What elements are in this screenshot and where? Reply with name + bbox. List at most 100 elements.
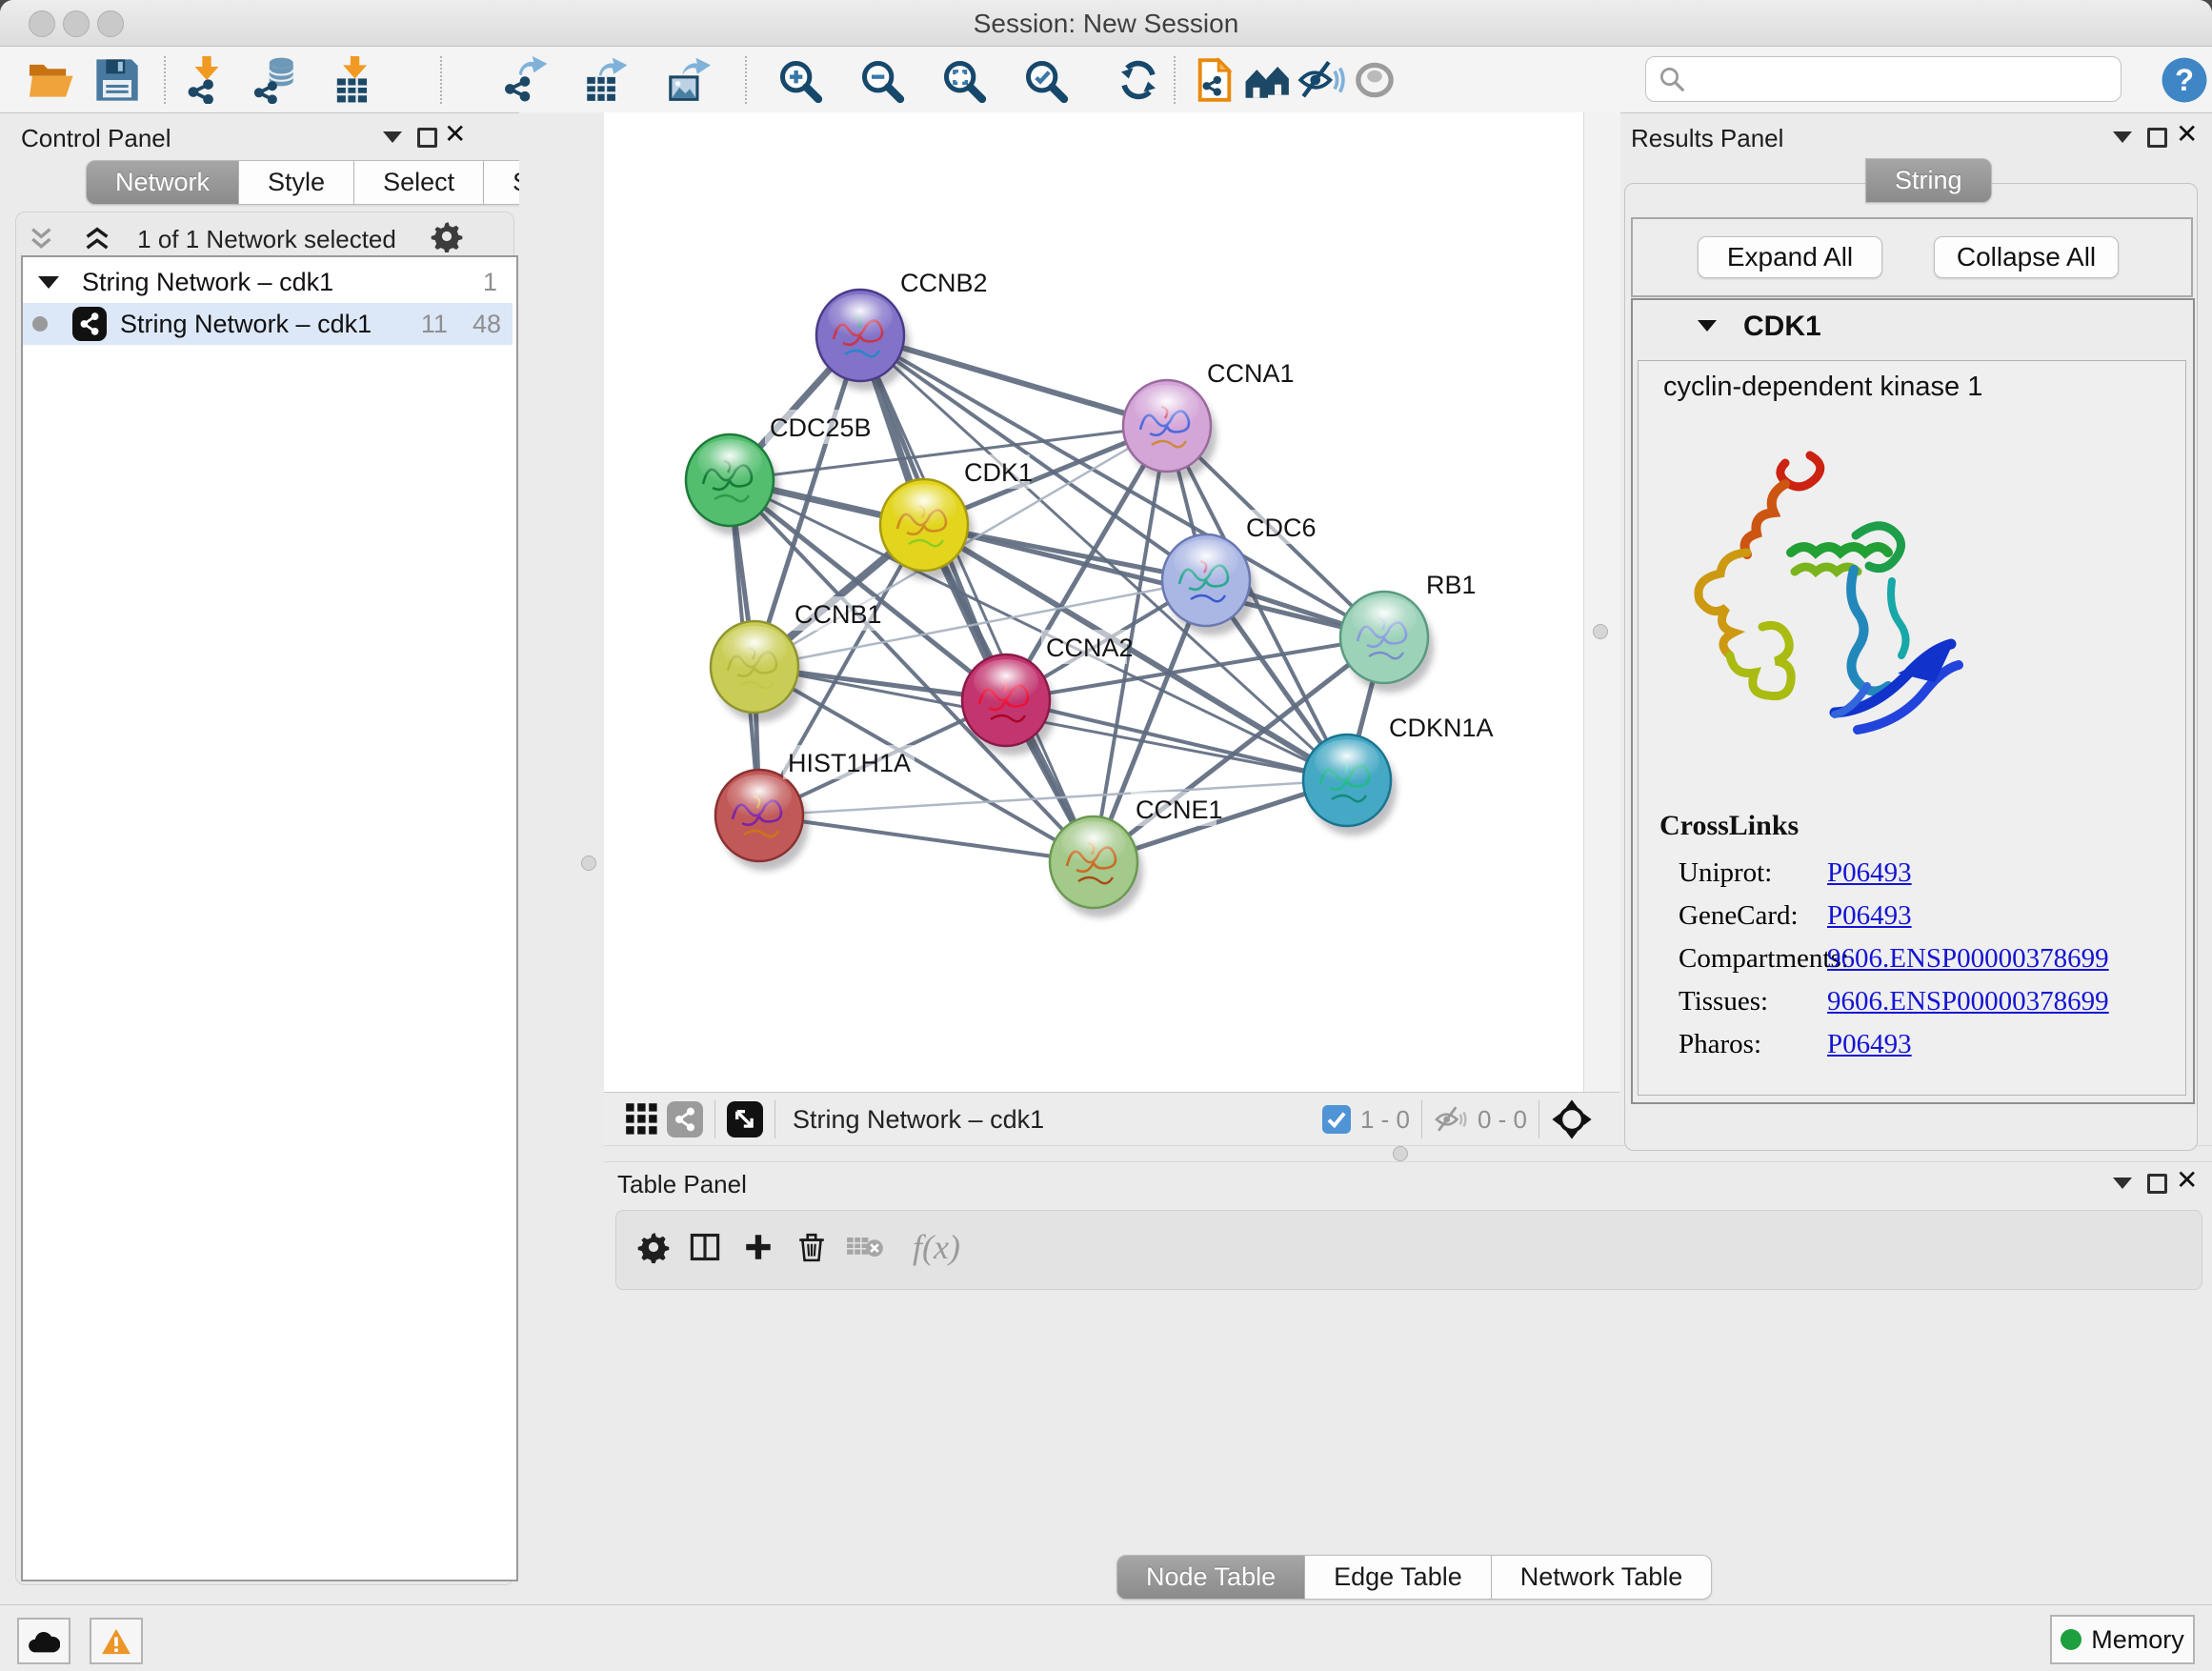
control-panel-float-button[interactable]: [417, 128, 437, 148]
import-network-icon: [183, 56, 231, 104]
zoom-fit-button[interactable]: [937, 54, 989, 106]
toolbar-separator: [440, 56, 442, 104]
help-button[interactable]: ?: [2159, 54, 2210, 106]
network-node-ccnb2[interactable]: [816, 290, 910, 391]
results-panel-float-button[interactable]: [2147, 128, 2167, 148]
expand-all-networks-icon[interactable]: [78, 227, 116, 252]
collapse-all-button[interactable]: Collapse All: [1934, 236, 2119, 278]
search-input[interactable]: [1694, 64, 2107, 95]
grid-view-icon[interactable]: [625, 1102, 659, 1137]
collapse-all-networks-icon[interactable]: [29, 227, 76, 252]
network-node-cdc25b[interactable]: [686, 434, 779, 535]
zoom-selected-button[interactable]: [1019, 54, 1071, 106]
tab-style[interactable]: Style: [239, 160, 354, 205]
save-floppy-icon: [93, 56, 141, 104]
crosslink-value-link[interactable]: P06493: [1827, 1029, 1912, 1059]
crosslink-value-link[interactable]: P06493: [1827, 857, 1912, 888]
network-node-cdkn1a[interactable]: [1303, 735, 1397, 836]
delete-table-icon: [846, 1233, 884, 1261]
network-node-cdk1[interactable]: [880, 479, 974, 580]
export-table-button[interactable]: [579, 54, 631, 106]
control-panel-close-button[interactable]: ✕: [444, 124, 466, 145]
protein-section-expander-icon[interactable]: [1698, 320, 1717, 332]
search-box[interactable]: [1645, 56, 2122, 102]
control-panel: Control Panel ✕ NetworkStyleSelectSets 1…: [0, 112, 519, 1604]
warnings-button[interactable]: [90, 1618, 143, 1664]
results-panel-close-button[interactable]: ✕: [2176, 124, 2198, 145]
crosslink-label: Compartments:: [1679, 943, 1827, 975]
crosslink-value-link[interactable]: P06493: [1827, 900, 1912, 931]
table-panel-close-button[interactable]: ✕: [2176, 1170, 2198, 1191]
control-panel-menu-button[interactable]: [383, 131, 402, 143]
create-column-button[interactable]: [736, 1218, 780, 1276]
network-node-hist1h1a[interactable]: [715, 770, 809, 871]
table-options-button[interactable]: [632, 1218, 675, 1276]
network-options-gear-icon[interactable]: [431, 220, 463, 252]
show-columns-button[interactable]: [683, 1218, 727, 1276]
network-row-selected[interactable]: String Network – cdk1 11 48: [23, 303, 513, 345]
toolbar-separator: [1174, 56, 1176, 104]
export-image-button[interactable]: [661, 54, 713, 106]
right-splitter-grip[interactable]: [1593, 624, 1608, 639]
graphics-details-icon[interactable]: [727, 1101, 763, 1137]
tab-network[interactable]: Network: [86, 160, 239, 205]
export-table-icon: [581, 56, 629, 104]
crosslink-label: Pharos:: [1679, 1029, 1827, 1060]
share-document-icon: [1191, 56, 1238, 104]
tab-network-table[interactable]: Network Table: [1492, 1555, 1713, 1600]
tab-select[interactable]: Select: [354, 160, 484, 205]
horizontal-splitter-grip[interactable]: [1393, 1146, 1408, 1161]
delete-table-button[interactable]: [843, 1218, 887, 1276]
network-collection-row[interactable]: String Network – cdk1 1: [23, 261, 513, 303]
crosslink-row: Pharos:P06493: [1679, 1029, 2212, 1072]
collection-expander-icon[interactable]: [38, 276, 59, 289]
tab-edge-table[interactable]: Edge Table: [1305, 1555, 1492, 1600]
crosslink-value-link[interactable]: 9606.ENSP00000378699: [1827, 943, 2109, 974]
memory-button[interactable]: Memory: [2050, 1615, 2195, 1664]
export-network-button[interactable]: [499, 54, 551, 106]
tab-node-table[interactable]: Node Table: [1116, 1555, 1305, 1600]
hidden-eye-slash-icon[interactable]: [1434, 1105, 1468, 1134]
birdseye-crosshair-icon[interactable]: [1551, 1098, 1593, 1140]
network-share-gray-icon[interactable]: [667, 1101, 703, 1137]
zoom-out-button[interactable]: [855, 54, 907, 106]
network-node-label: CCNB1: [790, 596, 882, 631]
network-node-label: RB1: [1421, 567, 1477, 601]
open-session-button[interactable]: [25, 54, 76, 106]
hide-panels-button[interactable]: [1296, 54, 1347, 106]
home-button[interactable]: [1242, 54, 1294, 106]
collection-label: String Network – cdk1: [82, 268, 333, 297]
network-node-ccna1[interactable]: [1123, 380, 1217, 481]
import-table-file-button[interactable]: [328, 54, 379, 106]
preview-button[interactable]: [1349, 54, 1400, 106]
table-panel-float-button[interactable]: [2147, 1174, 2167, 1194]
import-network-file-button[interactable]: [181, 54, 232, 106]
network-node-rb1[interactable]: [1340, 592, 1434, 693]
share-document-button[interactable]: [1189, 54, 1240, 106]
right-splitter[interactable]: [1583, 112, 1620, 1092]
tab-string[interactable]: String: [1865, 158, 1992, 203]
apply-function-button[interactable]: f(x): [898, 1218, 975, 1276]
crosslink-value-link[interactable]: 9606.ENSP00000378699: [1827, 986, 2109, 1017]
network-edge-ccna2-cdkn1a[interactable]: [1006, 700, 1347, 780]
protein-structure-image: [1667, 448, 1972, 762]
network-selection-status: 1 of 1 Network selected: [124, 225, 410, 254]
import-network-database-button[interactable]: [250, 54, 301, 106]
selected-checkbox-icon[interactable]: [1322, 1105, 1351, 1134]
network-edge-hist1h1a-ccne1[interactable]: [759, 815, 1094, 862]
refresh-view-button[interactable]: [1113, 54, 1164, 106]
network-view-canvas[interactable]: CCNB2CCNA1CDC25BCDK1CDC6RB1CCNB1CCNA2CDK…: [604, 112, 1583, 1092]
network-node-ccne1[interactable]: [1050, 816, 1143, 917]
left-splitter-grip[interactable]: [581, 856, 596, 871]
save-session-button[interactable]: [91, 54, 143, 106]
network-node-cdc6[interactable]: [1162, 534, 1256, 635]
zoom-in-button[interactable]: [774, 54, 825, 106]
delete-column-button[interactable]: [790, 1218, 834, 1276]
protein-description: cyclin-dependent kinase 1: [1663, 372, 1982, 403]
expand-all-button[interactable]: Expand All: [1698, 236, 1882, 278]
crosslink-label: Uniprot:: [1679, 857, 1827, 889]
results-panel-menu-button[interactable]: [2113, 131, 2132, 143]
cloud-status-button[interactable]: [17, 1618, 70, 1664]
table-panel-menu-button[interactable]: [2113, 1178, 2132, 1189]
left-splitter[interactable]: [519, 112, 605, 1145]
